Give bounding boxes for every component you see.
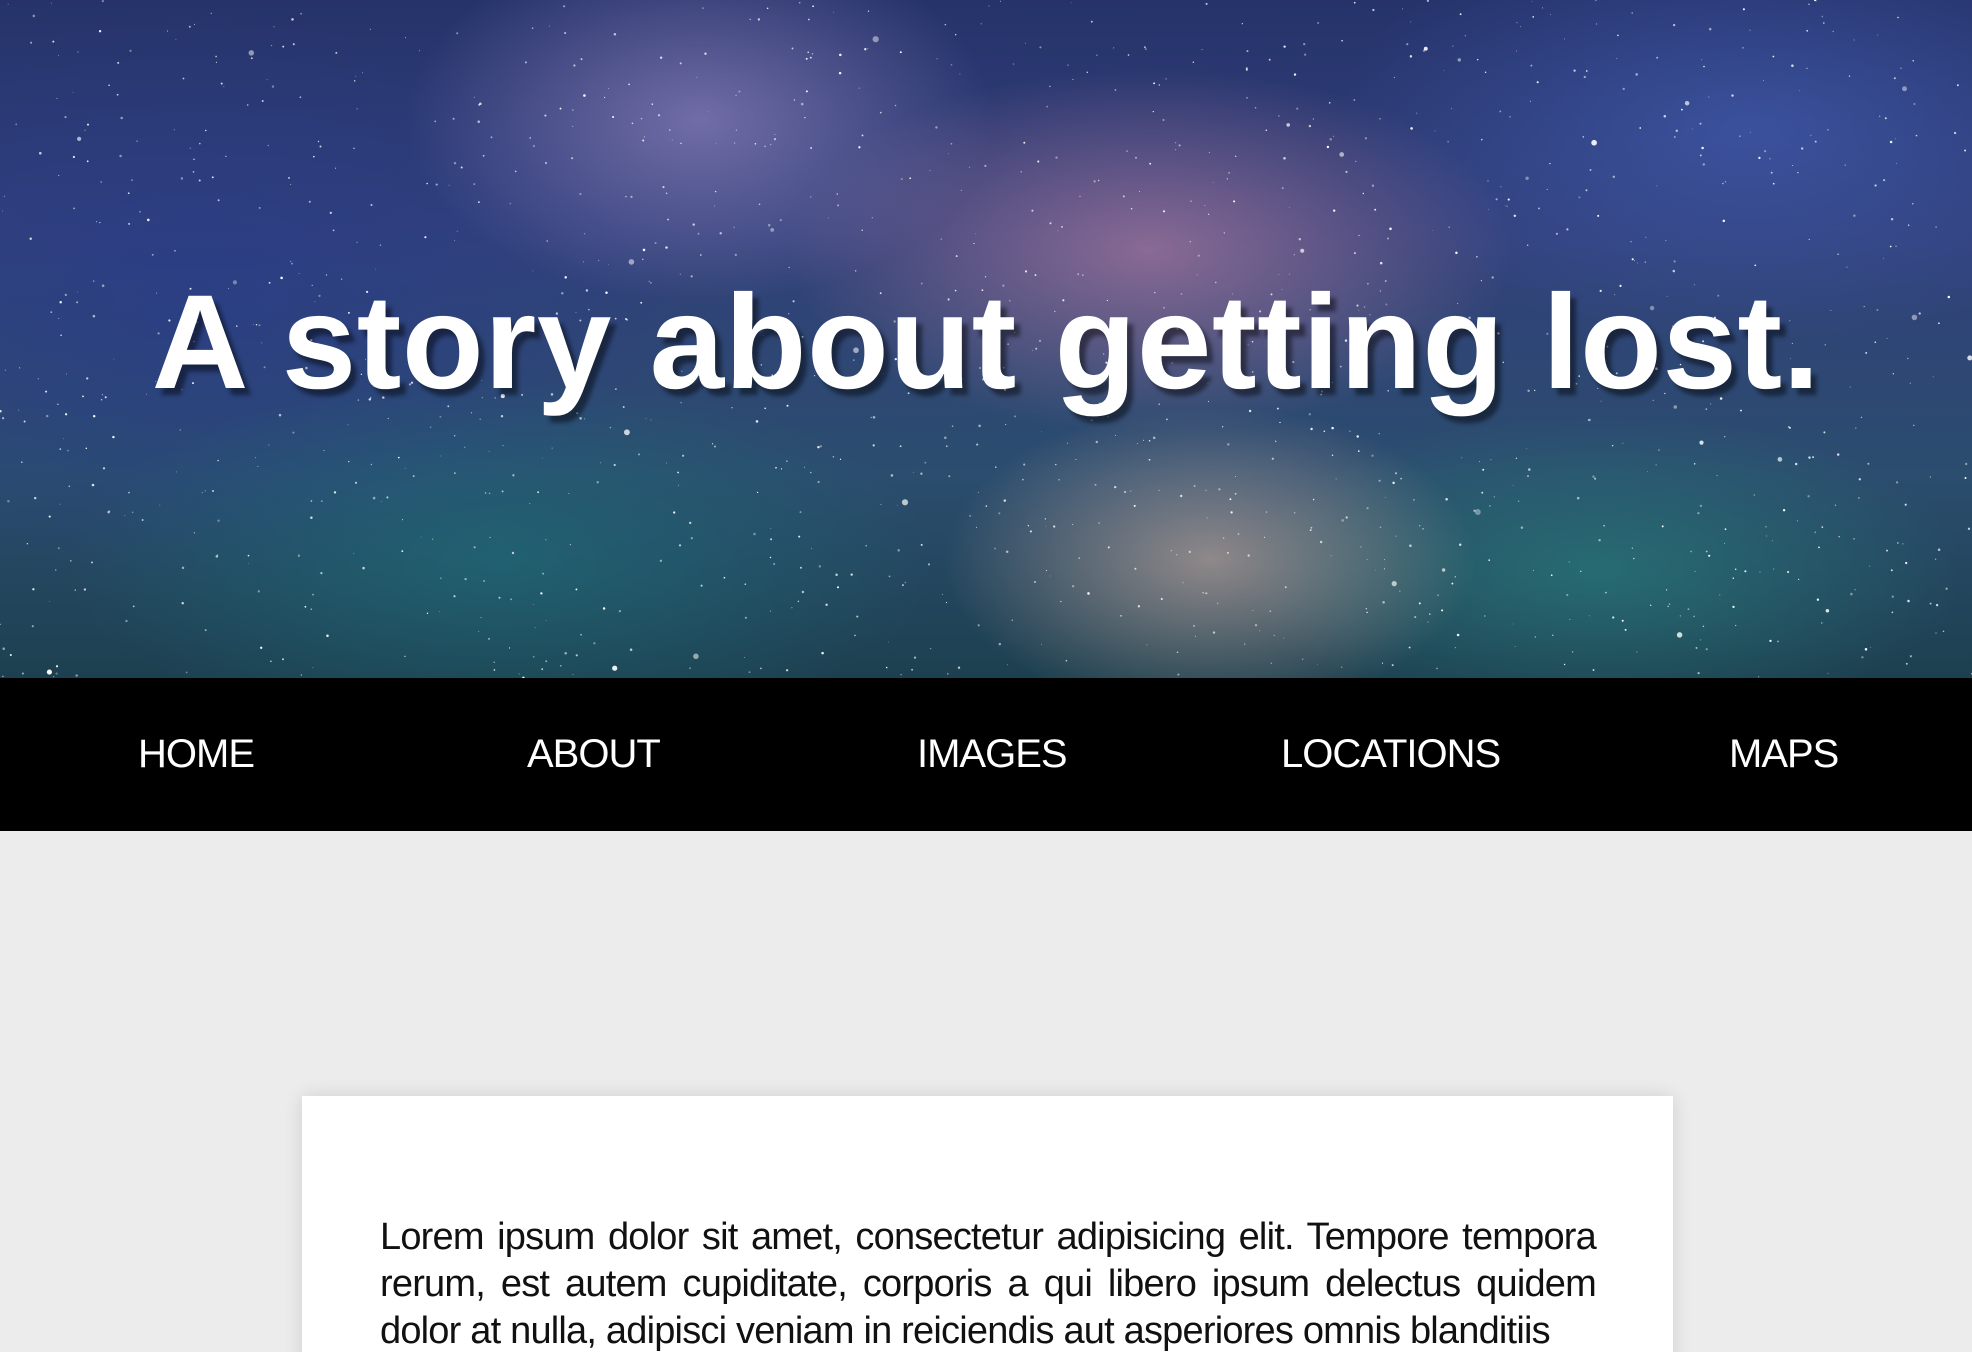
- main-nav: HOME ABOUT IMAGES LOCATIONS MAPS: [0, 678, 1972, 831]
- content-paragraph: Lorem ipsum dolor sit amet, consectetur …: [380, 1216, 1597, 1352]
- hero-banner: A story about getting lost.: [0, 0, 1972, 678]
- nav-link-about[interactable]: ABOUT: [527, 678, 661, 831]
- nav-link-locations[interactable]: LOCATIONS: [1281, 678, 1501, 831]
- nav-link-maps[interactable]: MAPS: [1729, 678, 1839, 831]
- hero-title: A story about getting lost.: [151, 268, 1821, 417]
- content-card: Lorem ipsum dolor sit amet, consectetur …: [302, 1096, 1673, 1352]
- nav-link-home[interactable]: HOME: [138, 678, 255, 831]
- page: A story about getting lost. HOME ABOUT I…: [0, 0, 1972, 1352]
- nav-link-images[interactable]: IMAGES: [917, 678, 1068, 831]
